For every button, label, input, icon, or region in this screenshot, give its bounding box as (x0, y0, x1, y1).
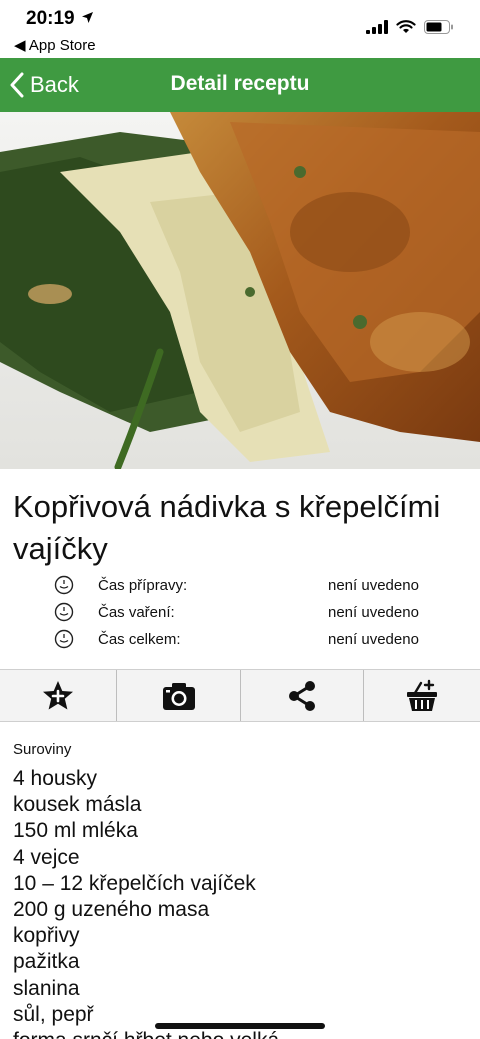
time-value: není uvedeno (328, 631, 419, 648)
back-to-app-store-link[interactable]: ◀ App Store (14, 36, 96, 54)
page-title: Detail receptu (170, 72, 310, 95)
time-label: Čas celkem: (98, 631, 181, 648)
share-icon (289, 680, 315, 711)
camera-icon (162, 682, 195, 710)
recipe-photo (0, 112, 480, 469)
shopping-list-button[interactable] (364, 670, 480, 721)
list-item: 4 vejce (13, 845, 80, 869)
favorite-button[interactable] (0, 670, 117, 721)
clock-icon (54, 575, 74, 595)
list-item: 10 – 12 křepelčích vajíček (13, 871, 256, 895)
status-icons (366, 20, 454, 34)
signal-icon (366, 20, 388, 34)
action-bar (0, 669, 480, 722)
list-item: kopřivy (13, 924, 80, 948)
list-item: 200 g uzeného masa (13, 898, 210, 922)
time-row-total: Čas celkem: není uvedeno (0, 629, 480, 656)
share-button[interactable] (241, 670, 364, 721)
list-item: 4 housky (13, 767, 98, 790)
clock-icon (54, 629, 74, 649)
list-item: kousek másla (13, 793, 142, 817)
status-bar: 20:19 ◀ App Store (0, 0, 480, 58)
location-arrow-icon (82, 12, 93, 23)
ingredients-list: 4 housky kousek másla 150 ml mléka 4 vej… (13, 766, 473, 1039)
list-item: pažitka (13, 950, 80, 974)
basket-plus-icon (407, 679, 437, 711)
ingredients-heading: Suroviny (13, 741, 72, 758)
recipe-title: Kopřivová nádivka s křepelčími vajíčky (13, 489, 441, 566)
wifi-icon (396, 20, 416, 33)
time-label: Čas vaření: (98, 604, 175, 621)
time-row-cooking: Čas vaření: není uvedeno (0, 602, 480, 629)
time-label: Čas přípravy: (98, 577, 188, 594)
clock-icon (54, 602, 74, 622)
time-row-preparation: Čas přípravy: není uvedeno (0, 575, 480, 602)
list-item: slanina (13, 976, 80, 1000)
list-item: 150 ml mléka (13, 819, 138, 843)
status-time: 20:19 (26, 8, 75, 29)
battery-icon (424, 20, 453, 34)
star-plus-icon (43, 680, 73, 709)
photo-button[interactable] (117, 670, 241, 721)
home-indicator[interactable] (155, 1023, 325, 1029)
time-value: není uvedeno (328, 604, 419, 621)
navigation-bar: Back Detail receptu (0, 58, 480, 112)
recipe-times: Čas přípravy: není uvedeno Čas vaření: n… (0, 575, 480, 656)
time-value: není uvedeno (328, 577, 419, 594)
list-item: forma srnčí hřbet nebo velká (13, 1028, 473, 1039)
